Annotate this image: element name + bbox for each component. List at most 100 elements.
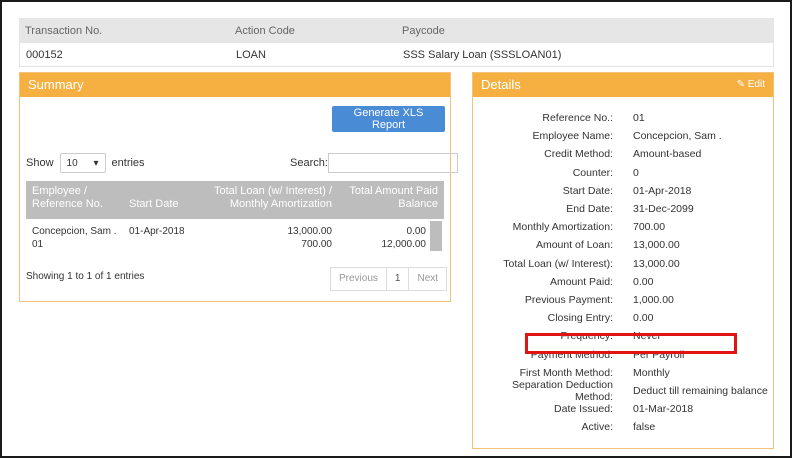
- detail-label: End Date:: [566, 203, 613, 216]
- detail-row: Amount of Loan: 13,000.00: [473, 236, 773, 254]
- col-total-loan-line2: Monthly Amortization: [229, 198, 332, 210]
- transaction-header-row: Transaction No. Action Code Paycode: [19, 18, 774, 43]
- detail-value: 13,000.00: [633, 257, 680, 270]
- cell-total-loan: 13,000.00 700.00: [203, 219, 338, 259]
- edit-button[interactable]: ✎ Edit: [737, 73, 765, 97]
- cell-total-paid: 0.00 12,000.00: [338, 219, 444, 259]
- detail-label: Closing Entry:: [547, 312, 613, 325]
- col-employee-line1: Employee /: [32, 185, 88, 197]
- detail-label: Amount of Loan:: [535, 239, 613, 252]
- reference-no: 01: [32, 239, 44, 250]
- details-list: Reference No.: 01 Employee Name: Concepcion…: [473, 109, 773, 436]
- page-size-control: Show 10 ▾ entries: [26, 153, 145, 173]
- detail-row: Monthly Amortization: 700.00: [473, 218, 773, 236]
- search-control: Search:: [290, 153, 458, 173]
- employee-name: Concepcion, Sam .: [32, 226, 117, 237]
- transaction-no-value: 000152: [26, 48, 63, 61]
- details-panel-header: Details ✎ Edit: [473, 73, 773, 97]
- edit-label: Edit: [747, 79, 765, 90]
- detail-value: 1,000.00: [633, 293, 674, 306]
- col-total-paid-line1: Total Amount Paid: [349, 185, 438, 197]
- detail-row: Credit Method: Amount-based: [473, 145, 773, 163]
- summary-panel-header: Summary: [20, 73, 450, 97]
- detail-label: Employee Name:: [532, 130, 613, 143]
- next-page-button[interactable]: Next: [408, 267, 448, 291]
- detail-label: Reference No.:: [542, 112, 613, 125]
- action-code-value: LOAN: [236, 48, 266, 61]
- detail-value: Monthly: [633, 366, 670, 379]
- detail-row: Closing Entry: 0.00: [473, 309, 773, 327]
- detail-value: 01-Apr-2018: [633, 184, 692, 197]
- summary-table-header: Employee / Reference No. Start Date Tota…: [26, 181, 444, 219]
- previous-page-button[interactable]: Previous: [330, 267, 387, 291]
- monthly-amortization-value: 700.00: [301, 239, 332, 250]
- detail-label: Amount Paid:: [549, 275, 613, 288]
- detail-value: Amount-based: [633, 148, 702, 161]
- col-total-paid[interactable]: Total Amount Paid Balance: [338, 181, 444, 219]
- detail-label: Monthly Amortization:: [512, 221, 613, 234]
- entries-info: Showing 1 to 1 of 1 entries: [26, 271, 145, 282]
- detail-row: Amount Paid: 0.00: [473, 273, 773, 291]
- detail-row: End Date: 31-Dec-2099: [473, 200, 773, 218]
- detail-value: 01-Mar-2018: [633, 403, 694, 416]
- page-1-button[interactable]: 1: [385, 267, 410, 291]
- summary-table: Employee / Reference No. Start Date Tota…: [26, 181, 444, 259]
- col-action-code: Action Code: [235, 24, 295, 37]
- summary-panel: Summary Generate XLS Report Show 10 ▾ en…: [19, 72, 458, 302]
- detail-row: Employee Name: Concepcion, Sam .: [473, 127, 773, 145]
- detail-label: Counter:: [572, 166, 613, 179]
- transaction-value-row: 000152 LOAN SSS Salary Loan (SSSLOAN01): [19, 43, 774, 67]
- detail-value: 0.00: [633, 312, 654, 325]
- detail-value: 700.00: [633, 221, 666, 234]
- detail-row: Counter: 0: [473, 164, 773, 182]
- col-employee-line2: Reference No.: [32, 198, 103, 210]
- detail-row: Active: false: [473, 418, 773, 436]
- detail-row: Total Loan (w/ Interest): 13,000.00: [473, 255, 773, 273]
- detail-row: Previous Payment: 1,000.00: [473, 291, 773, 309]
- search-label: Search:: [290, 157, 328, 169]
- search-input[interactable]: [327, 153, 458, 173]
- cell-start-date: 01-Apr-2018: [129, 226, 185, 237]
- detail-value: 13,000.00: [633, 239, 680, 252]
- detail-row: Date Issued: 01-Mar-2018: [473, 400, 773, 418]
- detail-label: Total Loan (w/ Interest):: [503, 257, 613, 270]
- cell-employee: Concepcion, Sam . 01: [26, 219, 123, 259]
- detail-label: Separation Deduction Method:: [512, 378, 613, 403]
- transaction-table: Transaction No. Action Code Paycode 0001…: [19, 18, 774, 67]
- col-total-paid-line2: Balance: [398, 198, 438, 210]
- generate-xls-report-button[interactable]: Generate XLS Report: [332, 106, 445, 132]
- col-employee[interactable]: Employee / Reference No.: [26, 181, 123, 219]
- detail-row: Start Date: 01-Apr-2018: [473, 182, 773, 200]
- col-transaction-no: Transaction No.: [25, 24, 103, 37]
- pagination: Previous 1 Next: [330, 267, 448, 291]
- table-scrollbar[interactable]: [430, 221, 442, 251]
- entries-label: entries: [111, 157, 145, 169]
- detail-label: Credit Method:: [544, 148, 613, 161]
- detail-value: 31-Dec-2099: [633, 203, 694, 216]
- page-size-select[interactable]: 10 ▾: [59, 153, 106, 173]
- details-panel: Details ✎ Edit Reference No.: 01 Employee …: [472, 72, 774, 449]
- detail-label: Date Issued:: [554, 403, 613, 416]
- detail-label: Previous Payment:: [524, 293, 613, 306]
- detail-value: 0.00: [633, 275, 654, 288]
- detail-label: Start Date:: [562, 184, 613, 197]
- detail-value: false: [633, 421, 656, 434]
- detail-label: Active:: [581, 421, 613, 434]
- detail-row: Reference No.: 01: [473, 109, 773, 127]
- total-paid-value: 0.00: [406, 226, 426, 237]
- pencil-icon: ✎: [736, 79, 745, 90]
- col-total-loan[interactable]: Total Loan (w/ Interest) / Monthly Amort…: [203, 181, 338, 219]
- detail-row: Separation Deduction Method: Deduct till …: [473, 378, 773, 403]
- detail-label: First Month Method:: [519, 366, 613, 379]
- show-label: Show: [26, 157, 54, 169]
- col-total-loan-line1: Total Loan (w/ Interest) /: [214, 185, 332, 197]
- total-loan-value: 13,000.00: [287, 226, 333, 237]
- table-row[interactable]: Concepcion, Sam . 01 01-Apr-2018 13,000.…: [26, 219, 444, 259]
- page-size-value: 10: [66, 157, 78, 169]
- detail-value: 0: [633, 166, 639, 179]
- detail-value: Concepcion, Sam .: [633, 130, 722, 143]
- summary-title: Summary: [28, 77, 84, 92]
- detail-value: Deduct till remaining balance: [633, 384, 768, 397]
- chevron-down-icon: ▾: [93, 157, 99, 169]
- col-start-date[interactable]: Start Date: [123, 181, 203, 219]
